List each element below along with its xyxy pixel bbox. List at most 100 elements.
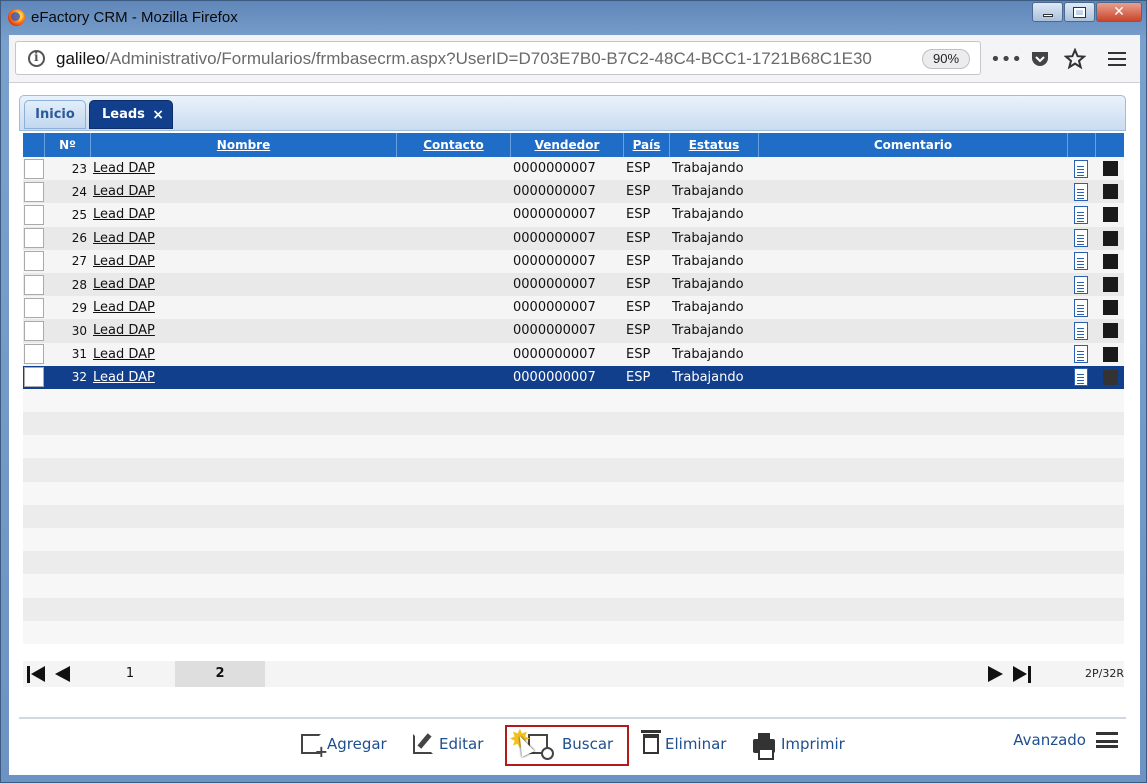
cell-vendedor: 0000000007 — [513, 300, 596, 316]
url-host: galileo — [56, 49, 106, 68]
maximize-icon — [1073, 6, 1086, 18]
header-pais[interactable]: País — [624, 133, 670, 157]
close-window-button[interactable]: ✕ — [1096, 2, 1142, 22]
cell-no: 24 — [71, 184, 87, 199]
last-page-icon[interactable] — [1013, 666, 1031, 683]
document-icon[interactable] — [1074, 205, 1088, 224]
cell-nombre-link[interactable]: Lead DAP — [91, 277, 397, 292]
cell-doc-action — [1068, 345, 1096, 364]
cell-nombre-link[interactable]: Lead DAP — [91, 347, 397, 362]
header-contacto[interactable]: Contacto — [397, 133, 511, 157]
row-checkbox[interactable] — [24, 344, 44, 365]
eliminar-button[interactable]: Eliminar — [641, 729, 726, 759]
row-checkbox[interactable] — [24, 158, 44, 179]
tab-leads[interactable]: Leads × — [89, 100, 173, 129]
first-page-icon[interactable] — [27, 666, 45, 683]
cell-nombre-link[interactable]: Lead DAP — [91, 184, 397, 199]
header-nombre[interactable]: Nombre — [91, 133, 397, 157]
table-row[interactable]: 28 Lead DAP 0000000007 ESP Trabajando — [23, 272, 1124, 297]
puzzle-icon[interactable] — [1103, 230, 1118, 246]
puzzle-icon[interactable] — [1103, 184, 1118, 200]
url-bar[interactable]: galileo/Administrativo/Formularios/frmba… — [15, 41, 981, 75]
cell-nombre-link[interactable]: Lead DAP — [91, 161, 397, 176]
table-row[interactable]: 31 Lead DAP 0000000007 ESP Trabajando — [23, 342, 1124, 366]
page-2-button[interactable]: 2 — [175, 661, 265, 687]
imprimir-button[interactable]: Imprimir — [753, 729, 845, 760]
tab-close-icon[interactable]: × — [152, 101, 164, 129]
editar-button[interactable]: Editar — [413, 729, 483, 759]
page-1-button[interactable]: 1 — [85, 661, 175, 687]
maximize-button[interactable] — [1064, 2, 1095, 22]
avanzado-button[interactable]: Avanzado — [1013, 731, 1118, 749]
empty-row — [23, 597, 1124, 621]
header-estatus[interactable]: Estatus — [670, 133, 759, 157]
next-page-icon[interactable] — [988, 666, 1003, 682]
document-icon[interactable] — [1074, 159, 1088, 178]
table-row[interactable]: 32 Lead DAP 0000000007 ESP Trabajando — [23, 365, 1124, 389]
cell-vendedor: 0000000007 — [513, 369, 596, 385]
agregar-button[interactable]: Agregar — [301, 729, 387, 761]
document-icon[interactable] — [1074, 275, 1088, 294]
document-icon[interactable] — [1074, 252, 1088, 271]
url-text[interactable]: galileo/Administrativo/Formularios/frmba… — [56, 49, 872, 69]
empty-row — [23, 574, 1124, 598]
table-row[interactable]: 29 Lead DAP 0000000007 ESP Trabajando — [23, 296, 1124, 320]
document-icon[interactable] — [1074, 345, 1088, 364]
document-icon[interactable] — [1074, 298, 1088, 317]
table-row[interactable]: 24 Lead DAP 0000000007 ESP Trabajando — [23, 180, 1124, 204]
buscar-button[interactable]: Buscar — [528, 729, 613, 760]
table-row[interactable]: 23 Lead DAP 0000000007 ESP Trabajando — [23, 157, 1124, 181]
cell-vendedor: 0000000007 — [513, 323, 596, 339]
cell-nombre-link[interactable]: Lead DAP — [91, 300, 397, 315]
row-checkbox[interactable] — [24, 297, 44, 318]
cell-nombre-link[interactable]: Lead DAP — [91, 207, 397, 222]
grid-header: Nº Nombre Contacto Vendedor País Estatus… — [23, 133, 1124, 157]
zoom-level-badge[interactable]: 90% — [922, 49, 970, 69]
puzzle-icon[interactable] — [1103, 323, 1118, 339]
row-checkbox[interactable] — [24, 204, 44, 225]
document-icon[interactable] — [1074, 368, 1088, 387]
minimize-button[interactable] — [1032, 2, 1063, 22]
pocket-icon[interactable] — [1028, 47, 1052, 71]
cell-nombre-link[interactable]: Lead DAP — [91, 254, 397, 269]
document-icon[interactable] — [1074, 182, 1088, 201]
row-select-cell — [23, 297, 45, 318]
document-icon[interactable] — [1074, 321, 1088, 340]
agregar-label: Agregar — [327, 735, 387, 753]
browser-menu-icon[interactable] — [1105, 47, 1129, 71]
puzzle-icon[interactable] — [1103, 207, 1118, 223]
row-checkbox[interactable] — [24, 367, 44, 388]
row-checkbox[interactable] — [24, 320, 44, 341]
cell-no: 27 — [71, 254, 87, 269]
table-row[interactable]: 30 Lead DAP 0000000007 ESP Trabajando — [23, 319, 1124, 343]
row-checkbox[interactable] — [24, 181, 44, 202]
puzzle-icon[interactable] — [1103, 369, 1118, 385]
header-vendedor[interactable]: Vendedor — [511, 133, 624, 157]
puzzle-icon[interactable] — [1103, 161, 1118, 177]
row-checkbox[interactable] — [24, 274, 44, 295]
tab-inicio[interactable]: Inicio — [24, 100, 86, 129]
cell-vendedor: 0000000007 — [513, 277, 596, 293]
cell-nombre-link[interactable]: Lead DAP — [91, 231, 397, 246]
document-icon[interactable] — [1074, 229, 1088, 248]
table-row[interactable]: 27 Lead DAP 0000000007 ESP Trabajando — [23, 249, 1124, 273]
table-row[interactable]: 26 Lead DAP 0000000007 ESP Trabajando — [23, 226, 1124, 250]
cell-no: 32 — [71, 370, 87, 385]
cell-nombre-link[interactable]: Lead DAP — [91, 323, 397, 338]
cell-doc-action — [1068, 275, 1096, 294]
bookmark-star-icon[interactable] — [1063, 47, 1087, 71]
prev-page-icon[interactable] — [55, 666, 70, 682]
row-select-cell — [23, 158, 45, 179]
puzzle-icon[interactable] — [1103, 277, 1118, 293]
pager-info: 2P/32R — [1085, 667, 1124, 680]
row-checkbox[interactable] — [24, 228, 44, 249]
page-actions-icon[interactable]: ••• — [990, 47, 1022, 71]
table-row[interactable]: 25 Lead DAP 0000000007 ESP Trabajando — [23, 203, 1124, 227]
puzzle-icon[interactable] — [1103, 300, 1118, 316]
puzzle-icon[interactable] — [1103, 346, 1118, 362]
site-info-icon[interactable] — [28, 50, 45, 67]
empty-row — [23, 435, 1124, 459]
cell-nombre-link[interactable]: Lead DAP — [91, 370, 397, 385]
row-checkbox[interactable] — [24, 251, 44, 272]
puzzle-icon[interactable] — [1103, 253, 1118, 269]
